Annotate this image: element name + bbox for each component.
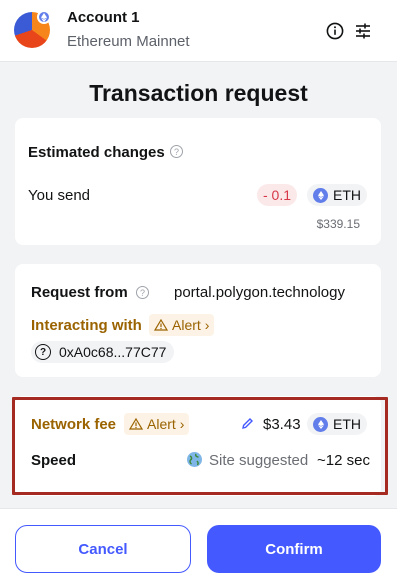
eth-icon	[313, 187, 328, 203]
interacting-alert-button[interactable]: Alert ›	[149, 314, 215, 336]
question-icon[interactable]: ?	[136, 286, 149, 299]
contract-address-chip[interactable]: ? 0xA0c68...77C77	[31, 341, 175, 363]
info-icon[interactable]	[324, 20, 346, 42]
page-title: Transaction request	[89, 80, 308, 106]
warning-icon	[154, 319, 168, 331]
confirm-button[interactable]: Confirm	[207, 525, 381, 573]
header: Account 1 Ethereum Mainnet	[0, 0, 397, 62]
confirm-label: Confirm	[265, 540, 323, 558]
cancel-button[interactable]: Cancel	[15, 525, 191, 573]
footer: Cancel Confirm	[0, 508, 397, 587]
contract-address: 0xA0c68...77C77	[59, 344, 167, 360]
send-amount-badge: - 0.1	[257, 184, 298, 206]
cancel-label: Cancel	[78, 540, 128, 558]
request-origin: portal.polygon.technology	[174, 284, 345, 301]
estimated-changes-card: Estimated changes ? You send - 0.1 ETH $…	[15, 118, 381, 245]
request-from-label: Request from	[31, 284, 128, 301]
alert-label: Alert	[172, 317, 201, 333]
sliders-icon[interactable]	[352, 20, 374, 42]
question-icon: ?	[35, 344, 51, 360]
send-amount: - 0.1	[263, 187, 292, 203]
highlight-frame	[12, 397, 388, 495]
estimated-changes-label: Estimated changes	[28, 144, 165, 161]
you-send-label: You send	[28, 187, 91, 204]
token-chip: ETH	[307, 184, 367, 206]
account-name[interactable]: Account 1	[67, 9, 140, 26]
question-icon[interactable]: ?	[170, 145, 183, 158]
token-symbol: ETH	[333, 187, 361, 203]
ethereum-network-badge-icon	[37, 10, 51, 24]
request-card: Request from ? portal.polygon.technology…	[15, 264, 381, 377]
chevron-right-icon: ›	[204, 317, 210, 333]
network-name: Ethereum Mainnet	[67, 33, 190, 50]
fiat-value: $339.15	[316, 217, 360, 231]
interacting-with-label: Interacting with	[31, 317, 142, 334]
